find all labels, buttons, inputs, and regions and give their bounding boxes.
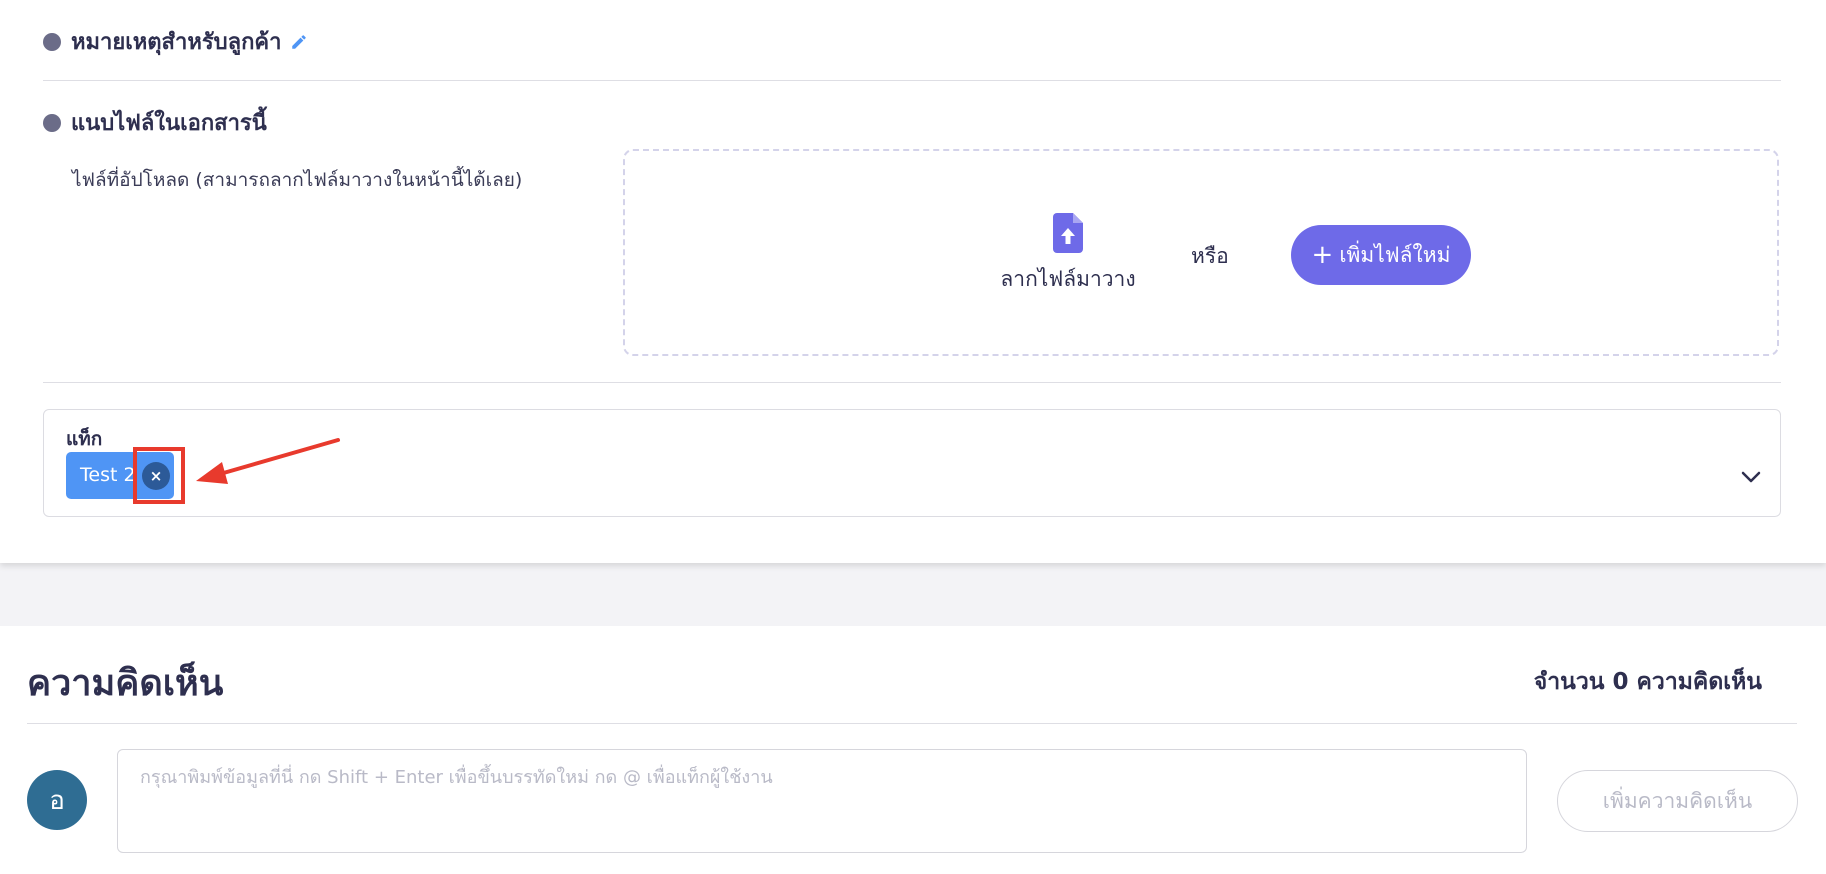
comments-title: ความคิดเห็น xyxy=(27,663,224,704)
chevron-down-icon[interactable] xyxy=(1740,470,1762,484)
or-label: หรือ xyxy=(1191,244,1229,268)
attachments-heading: แนบไฟล์ในเอกสารนี้ xyxy=(43,105,267,140)
customer-note-title: หมายเหตุสำหรับลูกค้า xyxy=(71,30,282,55)
bullet-icon xyxy=(43,113,61,132)
avatar: อ xyxy=(27,770,87,830)
divider xyxy=(43,382,1781,383)
drag-label: ลากไฟล์มาวาง xyxy=(1000,267,1136,291)
arrow-icon xyxy=(196,438,340,484)
pencil-icon[interactable] xyxy=(290,33,308,51)
document-card: หมายเหตุสำหรับลูกค้า แนบไฟล์ในเอกสารนี้ … xyxy=(0,0,1826,563)
upload-hint: ไฟล์ที่อัปโหลด (สามารถลากไฟล์มาวางในหน้า… xyxy=(72,169,523,191)
attachments-title: แนบไฟล์ในเอกสารนี้ xyxy=(71,111,267,136)
divider xyxy=(27,723,1797,724)
drag-area[interactable]: ลากไฟล์มาวาง xyxy=(993,213,1143,296)
add-comment-button[interactable]: เพิ่มความคิดเห็น xyxy=(1557,770,1798,832)
tag-label: แท็ก xyxy=(66,428,103,450)
comment-input[interactable] xyxy=(117,749,1527,853)
tag-chip-label: Test 2 xyxy=(80,464,136,486)
file-upload-icon xyxy=(1053,213,1083,257)
add-file-button[interactable]: + เพิ่มไฟล์ใหม่ xyxy=(1291,225,1471,285)
bullet-icon xyxy=(43,32,61,51)
add-file-label: เพิ่มไฟล์ใหม่ xyxy=(1339,242,1451,267)
file-dropzone[interactable]: ลากไฟล์มาวาง หรือ + เพิ่มไฟล์ใหม่ xyxy=(623,149,1779,356)
comments-card: ความคิดเห็น จำนวน 0 ความคิดเห็น อ เพิ่มค… xyxy=(0,626,1826,874)
customer-note-heading: หมายเหตุสำหรับลูกค้า xyxy=(43,24,308,59)
annotation-highlight xyxy=(133,447,185,504)
divider xyxy=(43,80,1781,81)
comments-count: จำนวน 0 ความคิดเห็น xyxy=(1533,669,1762,695)
plus-icon: + xyxy=(1311,240,1334,270)
